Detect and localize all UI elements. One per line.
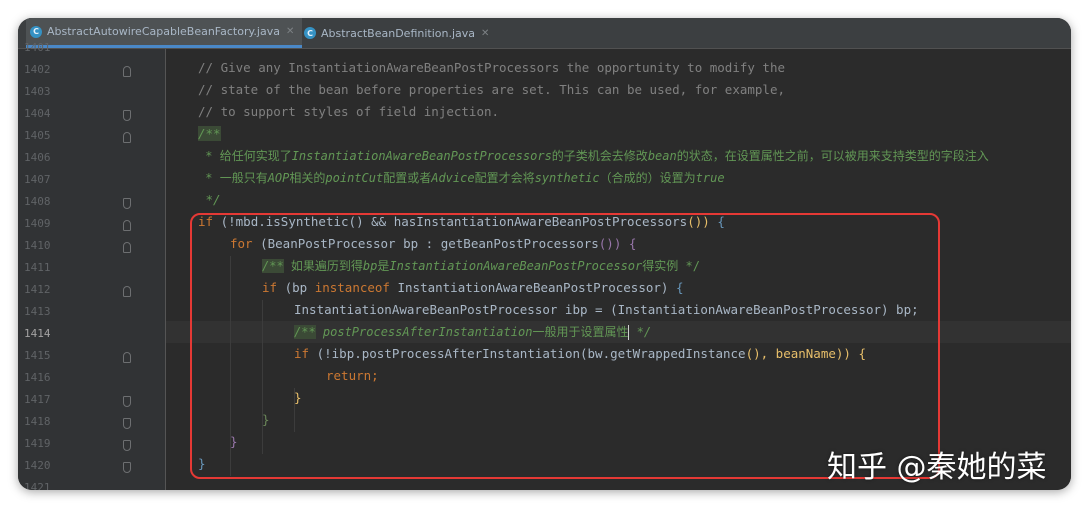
line-number: 1409 [24,217,51,230]
line-number: 1403 [24,85,51,98]
fold-icon[interactable] [123,220,131,231]
fold-icon[interactable] [123,110,131,121]
line-number: 1407 [24,173,51,186]
line-number: 1415 [24,349,51,362]
code-line-1403: // state of the bean before properties a… [198,82,785,97]
line-number: 1417 [24,393,51,406]
fold-icon[interactable] [123,462,131,473]
fold-icon[interactable] [123,440,131,451]
line-number: 1412 [24,283,51,296]
line-number-current: 1414 [24,327,51,340]
line-number: 1413 [24,305,51,318]
code-line-1407: * 一般只有AOP相关的pointCut配置或者Advice配置才会将synth… [198,171,725,185]
editor-tab-bar: C AbstractAutowireCapableBeanFactory.jav… [18,18,1071,49]
fold-icon[interactable] [123,132,131,143]
line-number: 1421 [24,481,51,490]
tab-label: AbstractAutowireCapableBeanFactory.java [47,25,280,38]
code-line-1408: */ [198,192,221,207]
code-line-1405: /** [198,126,221,141]
line-number: 1416 [24,371,51,384]
close-tab-icon[interactable]: ✕ [286,26,294,37]
zhihu-watermark: 知乎 @秦她的菜 [827,450,1047,485]
line-number-gutter[interactable]: 1401 1402 1403 1404 1405 1406 1407 1408 … [18,41,166,490]
tab-abstract-autowire-capable-bean-factory[interactable]: C AbstractAutowireCapableBeanFactory.jav… [26,18,303,48]
line-number: 1410 [24,239,51,252]
line-number: 1404 [24,107,51,120]
fold-icon[interactable] [123,418,131,429]
tab-label: AbstractBeanDefinition.java [321,26,476,40]
code-line-1404: // to support styles of field injection. [198,104,500,119]
fold-icon[interactable] [123,286,131,297]
line-number: 1402 [24,63,51,76]
line-number: 1420 [24,459,51,472]
fold-icon[interactable] [123,66,131,77]
fold-icon[interactable] [123,352,131,363]
fold-icon[interactable] [123,396,131,407]
line-number: 1405 [24,129,51,142]
java-class-icon: C [30,25,42,38]
fold-icon[interactable] [123,242,131,253]
close-tab-icon[interactable]: ✕ [481,28,489,39]
tab-abstract-bean-definition[interactable]: C AbstractBeanDefinition.java ✕ [300,18,497,48]
fold-icon[interactable] [123,198,131,209]
code-line-1402: // Give any InstantiationAwareBeanPostPr… [198,60,785,75]
line-number: 1408 [24,195,51,208]
line-number: 1411 [24,261,51,274]
line-number: 1419 [24,437,51,450]
code-line-1406: * 给任何实现了InstantiationAwareBeanPostProces… [198,149,989,163]
line-number: 1406 [24,151,51,164]
highlight-box [190,213,940,479]
java-class-icon: C [304,27,316,39]
line-number: 1401 [24,41,51,54]
line-number: 1418 [24,415,51,428]
